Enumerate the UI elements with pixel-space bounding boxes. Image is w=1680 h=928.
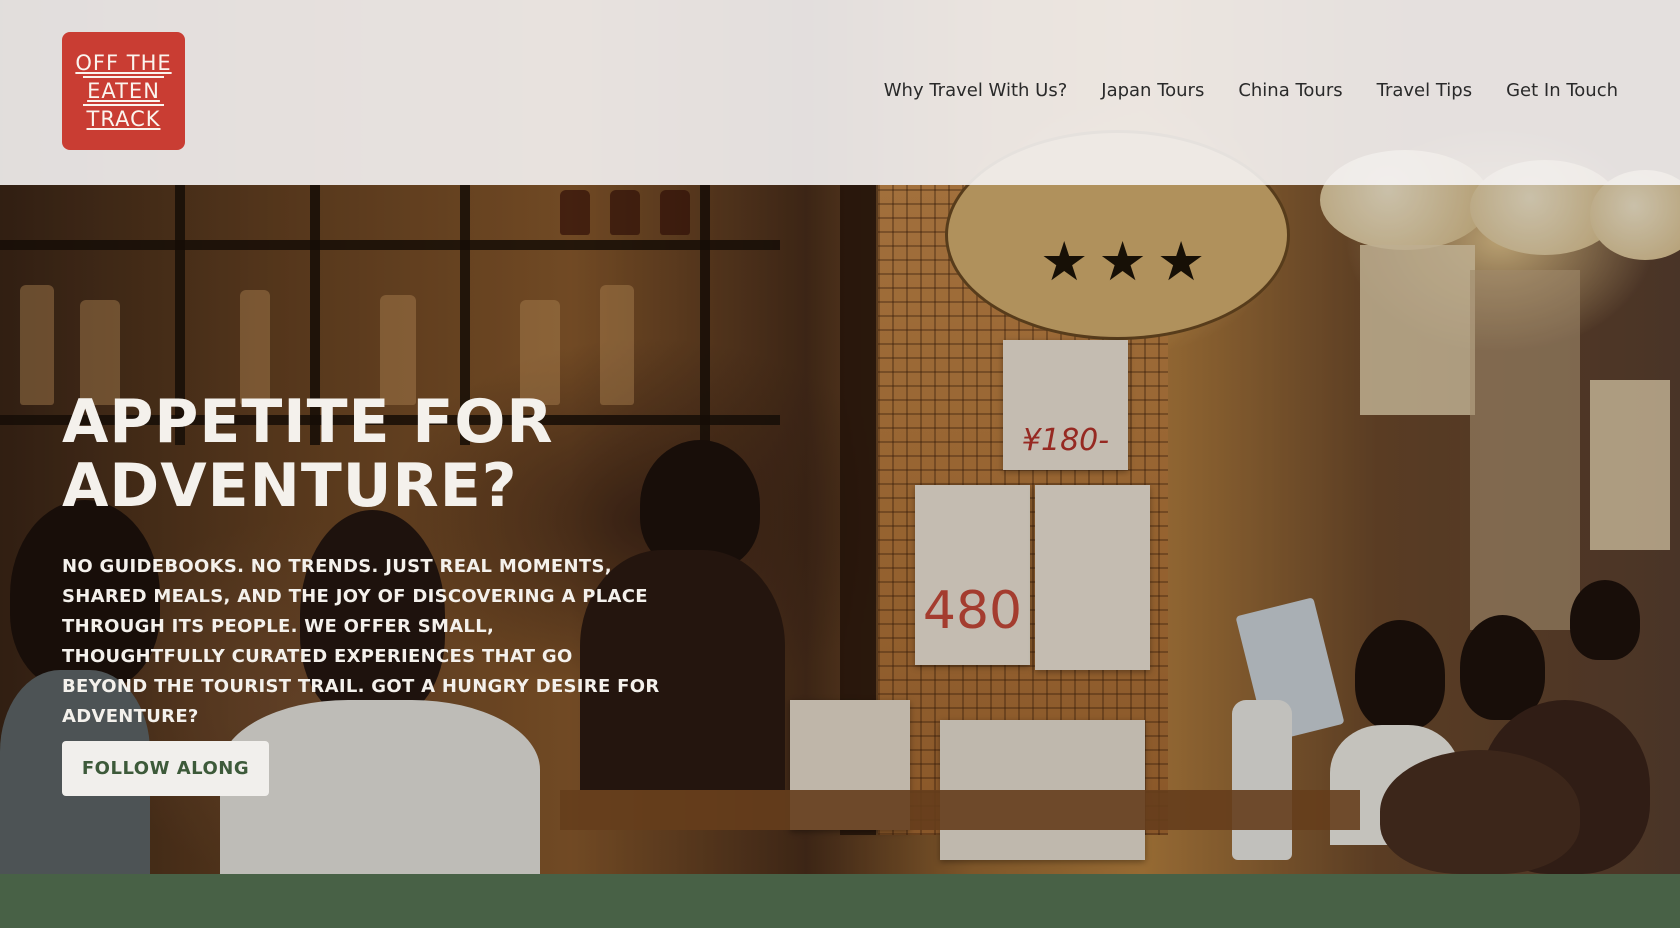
site-header: OFF THE EATEN TRACK Why Travel With Us? … — [0, 0, 1680, 185]
logo-line-2: EATEN — [83, 76, 164, 106]
section-band — [0, 874, 1680, 928]
follow-along-button[interactable]: FOLLOW ALONG — [62, 741, 269, 796]
hero-heading-line-2: ADVENTURE? — [62, 451, 518, 521]
hero-heading-line-1: APPETITE FOR — [62, 387, 554, 457]
hero-description: NO GUIDEBOOKS. NO TRENDS. JUST REAL MOME… — [62, 556, 660, 727]
site-logo[interactable]: OFF THE EATEN TRACK — [62, 32, 185, 150]
nav-item-travel-tips[interactable]: Travel Tips — [1377, 80, 1472, 101]
logo-line-1: OFF THE — [75, 51, 172, 75]
page: ★★★ ¥180- 480 OFF THE EATEN TRACK Why Tr… — [0, 0, 1680, 928]
nav-item-japan-tours[interactable]: Japan Tours — [1101, 80, 1204, 101]
logo-line-3: TRACK — [86, 107, 161, 131]
nav-item-get-in-touch[interactable]: Get In Touch — [1506, 80, 1618, 101]
hero-heading: APPETITE FOR ADVENTURE? — [62, 390, 622, 518]
main-nav: Why Travel With Us? Japan Tours China To… — [884, 80, 1618, 101]
nav-item-china-tours[interactable]: China Tours — [1238, 80, 1342, 101]
nav-item-why-travel[interactable]: Why Travel With Us? — [884, 80, 1068, 101]
